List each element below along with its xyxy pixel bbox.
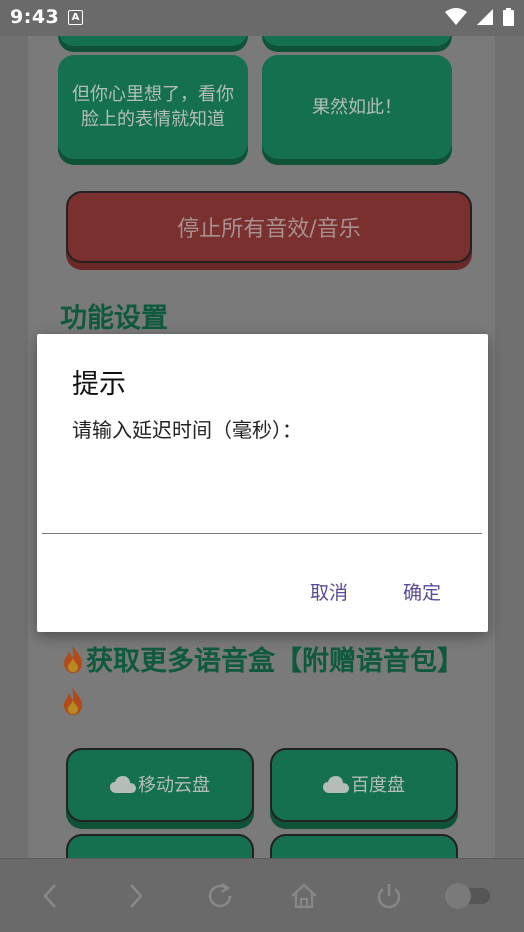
dialog-title: 提示 bbox=[72, 369, 126, 400]
notification-a-icon: A bbox=[68, 10, 83, 25]
toggle-switch[interactable] bbox=[444, 881, 494, 911]
baidu-pan-label: 百度盘 bbox=[351, 774, 405, 796]
sound-button-as-expected[interactable]: 果然如此！ bbox=[262, 55, 452, 159]
cloud-icon bbox=[323, 776, 349, 793]
confirm-button[interactable]: 确定 bbox=[403, 578, 441, 605]
dialog-message: 请输入延迟时间（毫秒）： bbox=[72, 418, 302, 442]
refresh-icon[interactable] bbox=[205, 881, 235, 911]
partial-sound-button-left[interactable] bbox=[58, 36, 248, 46]
battery-icon bbox=[503, 8, 514, 26]
status-time: 9:43 bbox=[10, 6, 60, 28]
delay-ms-input[interactable] bbox=[42, 484, 482, 534]
forward-icon[interactable] bbox=[120, 881, 150, 911]
status-icons bbox=[441, 8, 514, 26]
sound-button-expression[interactable]: 但你心里想了，看你脸上的表情就知道 bbox=[58, 55, 248, 159]
partial-link-button-right[interactable] bbox=[270, 834, 458, 858]
signal-icon bbox=[476, 9, 493, 25]
power-icon[interactable] bbox=[374, 881, 404, 911]
home-icon[interactable] bbox=[289, 881, 319, 911]
back-icon[interactable] bbox=[36, 881, 66, 911]
baidu-pan-button[interactable]: 百度盘 bbox=[270, 748, 458, 822]
promo-title-text: 获取更多语音盒【附赠语音包】 bbox=[86, 646, 464, 677]
mobile-cloud-label: 移动云盘 bbox=[138, 774, 210, 796]
wifi-icon bbox=[444, 8, 467, 25]
stop-all-sounds-button[interactable]: 停止所有音效/音乐 bbox=[66, 191, 472, 263]
cancel-button[interactable]: 取消 bbox=[310, 578, 348, 605]
mobile-cloud-button[interactable]: 移动云盘 bbox=[66, 748, 254, 822]
status-bar: 9:43 A bbox=[0, 0, 524, 36]
cloud-icon bbox=[110, 776, 136, 793]
promo-section-title: 获取更多语音盒【附赠语音包】 bbox=[60, 641, 470, 725]
partial-link-button-left[interactable] bbox=[66, 834, 254, 858]
settings-section-title: 功能设置 bbox=[60, 303, 168, 334]
partial-sound-button-right[interactable] bbox=[262, 36, 452, 46]
browser-nav-bar bbox=[0, 858, 524, 932]
fire-icon bbox=[64, 687, 82, 715]
fire-icon bbox=[64, 645, 82, 673]
delay-input-dialog: 提示 请输入延迟时间（毫秒）： 取消 确定 bbox=[37, 334, 488, 632]
